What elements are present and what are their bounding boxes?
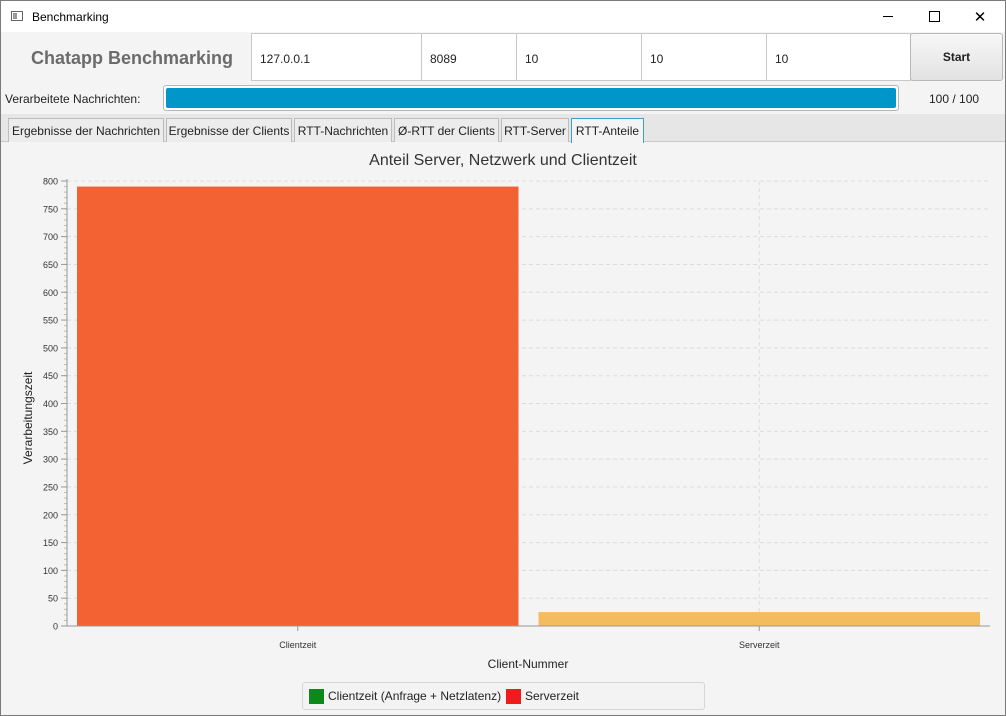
minimize-icon xyxy=(883,16,893,17)
tab-bar: Ergebnisse der Nachrichten Ergebnisse de… xyxy=(1,114,1005,143)
y-tick-label: 750 xyxy=(43,204,58,214)
y-tick-label: 300 xyxy=(43,455,58,465)
y-tick-label: 200 xyxy=(43,510,58,520)
window-title: Benchmarking xyxy=(32,10,109,24)
y-axis-label: Verarbeitungszeit xyxy=(21,371,35,464)
tab-rtt-nachrichten[interactable]: RTT-Nachrichten xyxy=(294,118,392,142)
window-icon xyxy=(11,11,23,21)
chart-area: Anteil Server, Netzwerk und Clientzeit V… xyxy=(1,142,1005,715)
y-tick-label: 150 xyxy=(43,538,58,548)
legend-swatch-serverzeit xyxy=(506,689,521,704)
y-tick-label: 600 xyxy=(43,288,58,298)
y-tick-label: 700 xyxy=(43,232,58,242)
maximize-button[interactable] xyxy=(911,1,957,32)
tab-ergebnisse-clients[interactable]: Ergebnisse der Clients xyxy=(166,118,292,142)
progress-row: Verarbeitete Nachrichten: 100 / 100 xyxy=(1,84,1005,114)
benchmarking-window: Benchmarking ✕ Chatapp Benchmarking 127.… xyxy=(0,0,1006,716)
progress-bar xyxy=(163,85,899,111)
progress-count: 100 / 100 xyxy=(929,92,980,106)
bar-chart: Anteil Server, Netzwerk und Clientzeit V… xyxy=(21,152,990,671)
param-field-1[interactable]: 10 xyxy=(516,33,642,81)
y-tick-label: 650 xyxy=(43,260,58,270)
progress-fill xyxy=(166,88,896,108)
legend-swatch-clientzeit xyxy=(309,689,324,704)
x-tick-label: Clientzeit xyxy=(279,640,317,650)
param-field-2[interactable]: 10 xyxy=(641,33,767,81)
tab-rtt-anteile[interactable]: RTT-Anteile xyxy=(571,118,644,143)
port-field[interactable]: 8089 xyxy=(421,33,517,81)
y-tick-label: 0 xyxy=(53,622,58,632)
tab-ergebnisse-nachrichten[interactable]: Ergebnisse der Nachrichten xyxy=(8,118,164,142)
tab-avg-rtt-clients[interactable]: Ø-RTT der Clients xyxy=(394,118,499,142)
app-title: Chatapp Benchmarking xyxy=(31,48,234,68)
maximize-icon xyxy=(928,11,940,22)
minimize-button[interactable] xyxy=(865,1,911,32)
y-tick-label: 50 xyxy=(48,594,58,604)
y-tick-label: 800 xyxy=(43,177,58,187)
toolbar: Chatapp Benchmarking 127.0.0.1 8089 10 1… xyxy=(1,32,1005,84)
close-button[interactable]: ✕ xyxy=(957,1,1003,32)
y-tick-label: 500 xyxy=(43,343,58,353)
y-tick-label: 350 xyxy=(43,427,58,437)
param-field-3[interactable]: 10 xyxy=(766,33,911,81)
bar-serverzeit xyxy=(538,612,980,626)
y-tick-label: 400 xyxy=(43,399,58,409)
y-tick-label: 250 xyxy=(43,482,58,492)
x-axis-label: Client-Nummer xyxy=(488,657,569,671)
chart-title: Anteil Server, Netzwerk und Clientzeit xyxy=(369,152,637,169)
tab-rtt-server[interactable]: RTT-Server xyxy=(501,118,569,142)
progress-label: Verarbeitete Nachrichten: xyxy=(5,92,141,106)
title-bar[interactable]: Benchmarking ✕ xyxy=(1,1,1005,32)
bar-clientzeit xyxy=(77,186,519,626)
host-field[interactable]: 127.0.0.1 xyxy=(251,33,422,81)
x-tick-label: Serverzeit xyxy=(739,640,780,650)
start-button[interactable]: Start xyxy=(910,33,1003,81)
legend-label-serverzeit: Serverzeit xyxy=(525,689,580,703)
y-tick-label: 550 xyxy=(43,316,58,326)
y-tick-label: 450 xyxy=(43,371,58,381)
close-icon: ✕ xyxy=(973,8,987,26)
chart-legend: Clientzeit (Anfrage + Netzlatenz) Server… xyxy=(302,682,705,710)
y-tick-label: 100 xyxy=(43,566,58,576)
legend-label-clientzeit: Clientzeit (Anfrage + Netzlatenz) xyxy=(328,689,502,703)
